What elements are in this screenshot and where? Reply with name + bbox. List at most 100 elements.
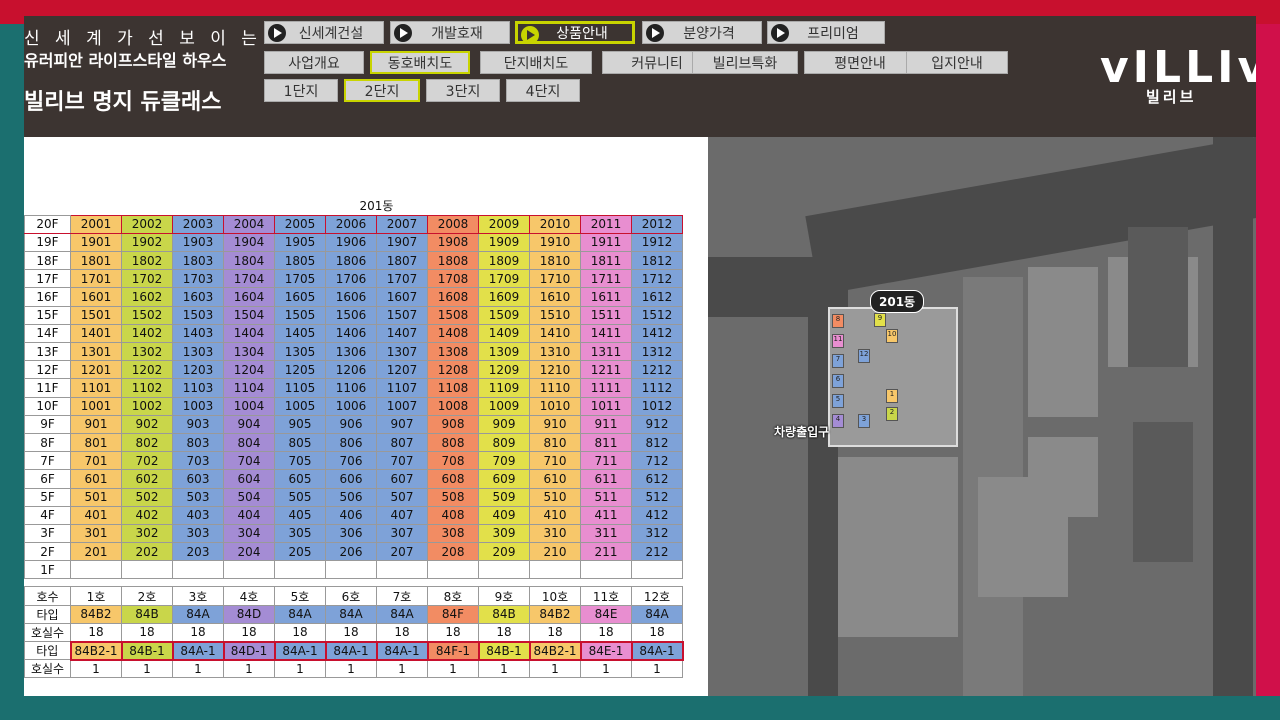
unit-cell: 1401 (70, 323, 122, 344)
floor-label: 15F (24, 305, 71, 325)
unit-cell: 311 (580, 523, 632, 544)
unit-cell: 2009 (478, 214, 530, 234)
play-icon (521, 26, 539, 44)
unit-cell: 1505 (274, 305, 326, 325)
unit-marker-9: 9 (874, 313, 886, 327)
type-label: 타입 (24, 604, 71, 624)
unit-cell: 1304 (223, 341, 275, 362)
unit-cell: 1512 (631, 305, 683, 325)
nav-shinsegae-button[interactable]: 신세계건설 (264, 21, 384, 44)
unit-cell: 2006 (325, 214, 377, 234)
tab-danji-4[interactable]: 4단지 (506, 79, 580, 102)
villiv-logo-sub: 빌리브 (1146, 88, 1197, 106)
unit-cell: 509 (478, 487, 530, 507)
unit-cell: 1601 (70, 287, 122, 307)
tab-danji-3[interactable]: 3단지 (426, 79, 500, 102)
type2-cell: 84F-1 (426, 640, 480, 661)
sub-nav-site-plan[interactable]: 단지배치도 (480, 51, 592, 74)
floor-row: 11F 1101 1102 1103 1104 1105 1106 1107 1108 1109 1… (24, 378, 683, 398)
floor-row: 2F 201 202 203 204 205 206 207 208 209 210 211 212 (24, 542, 683, 562)
unit-cell: 1102 (121, 378, 173, 398)
unit-cell: 1811 (580, 251, 632, 271)
sub-nav-unit-layout[interactable]: 동호배치도 (370, 51, 470, 74)
unit-cell: 1402 (121, 323, 173, 344)
floor-label: 9F (24, 414, 71, 434)
floor-row: 15F 1501 1502 1503 1504 1505 1506 1507 1508 1509 1… (24, 305, 683, 325)
nav-product-button[interactable]: 상품안내 (515, 21, 635, 44)
floor-label: 1F (24, 560, 71, 580)
floor-row: 19F 1901 1902 1903 1904 1905 1906 1907 1908 1909 1… (24, 232, 683, 253)
floor-label: 14F (24, 323, 71, 344)
count-cell: 18 (529, 622, 581, 643)
unit-cell: 1804 (223, 251, 275, 271)
floor-row: 10F 1001 1002 1003 1004 1005 1006 1007 1008 1009 1… (24, 396, 683, 416)
unit-cell: 409 (478, 505, 530, 525)
unit-cell: 1806 (325, 251, 377, 271)
unit-cell: 208 (427, 542, 479, 562)
count2-cell: 1 (580, 659, 632, 679)
unit-cell: 807 (376, 432, 428, 453)
unit-cell: 808 (427, 432, 479, 453)
count2-cell: 1 (529, 659, 581, 679)
floor-label: 16F (24, 287, 71, 307)
unit-cell: 1111 (580, 378, 632, 398)
sub-nav-villiv-special[interactable]: 빌리브특화 (692, 51, 798, 74)
ho-cell: 11호 (580, 586, 632, 606)
tab-danji-1[interactable]: 1단지 (264, 79, 338, 102)
unit-cell: 508 (427, 487, 479, 507)
type2-cell: 84B-1 (120, 640, 174, 661)
sub-nav-location[interactable]: 입지안내 (906, 51, 1008, 74)
floor-label: 7F (24, 451, 71, 471)
unit-cell: 1604 (223, 287, 275, 307)
unit-cell: 1504 (223, 305, 275, 325)
unit-marker-7: 7 (832, 354, 844, 368)
unit-cell: 303 (172, 523, 224, 544)
unit-cell (631, 560, 683, 580)
unit-cell: 2003 (172, 214, 224, 234)
nav-development-button[interactable]: 개발호재 (390, 21, 510, 44)
unit-cell: 1407 (376, 323, 428, 344)
unit-cell: 1511 (580, 305, 632, 325)
unit-cell: 605 (274, 469, 326, 489)
count-cell: 18 (121, 622, 173, 643)
unit-cell: 310 (529, 523, 581, 544)
sub-nav-floor-plan[interactable]: 평면안내 (804, 51, 916, 74)
unit-cell: 306 (325, 523, 377, 544)
unit-cell: 606 (325, 469, 377, 489)
unit-cell: 206 (325, 542, 377, 562)
unit-marker-1: 1 (886, 389, 898, 403)
nav-premium-button[interactable]: 프리미엄 (767, 21, 885, 44)
unit-cell: 2001 (70, 214, 122, 234)
count2-cell: 1 (274, 659, 326, 679)
ho-cell: 5호 (274, 586, 326, 606)
unit-cell: 809 (478, 432, 530, 453)
ho-cell: 8호 (427, 586, 479, 606)
unit-cell: 1803 (172, 251, 224, 271)
type-cell: 84E (580, 604, 632, 624)
type2-cell: 84A-1 (630, 640, 684, 661)
tab-danji-2[interactable]: 2단지 (344, 79, 420, 102)
unit-cell: 1012 (631, 396, 683, 416)
unit-cell: 911 (580, 414, 632, 434)
unit-cell: 510 (529, 487, 581, 507)
unit-cell: 705 (274, 451, 326, 471)
unit-cell: 1311 (580, 341, 632, 362)
type-cell: 84A (325, 604, 377, 624)
unit-cell: 707 (376, 451, 428, 471)
unit-cell: 803 (172, 432, 224, 453)
unit-cell: 2010 (529, 214, 581, 234)
nav-price-button[interactable]: 분양가격 (642, 21, 762, 44)
count2-cell: 1 (376, 659, 428, 679)
unit-cell: 1708 (427, 269, 479, 289)
unit-cell: 1908 (427, 232, 479, 253)
unit-cell: 1001 (70, 396, 122, 416)
unit-cell: 1108 (427, 378, 479, 398)
unit-cell: 1910 (529, 232, 581, 253)
unit-cell: 1412 (631, 323, 683, 344)
unit-cell: 1603 (172, 287, 224, 307)
floor-label: 2F (24, 542, 71, 562)
sub-nav-overview[interactable]: 사업개요 (264, 51, 364, 74)
ho-cell: 7호 (376, 586, 428, 606)
ho-cell: 9호 (478, 586, 530, 606)
unit-cell: 205 (274, 542, 326, 562)
